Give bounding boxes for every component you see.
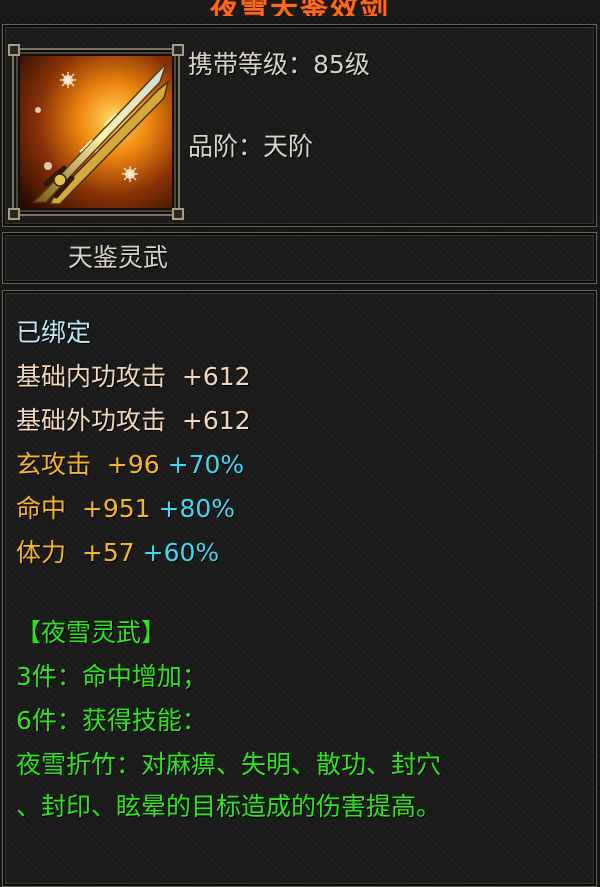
stat-value: +96 <box>106 450 160 479</box>
item-tooltip: 夜雪天鉴效剑 <box>0 0 600 887</box>
stat-value: +951 <box>81 494 151 523</box>
set-skill-line-2: 、封印、眩晕的目标造成的伤害提高。 <box>16 792 442 821</box>
stat-percent: +80% <box>158 494 236 523</box>
carry-level-value: 85级 <box>313 50 370 79</box>
carry-level-label: 携带等级： <box>188 50 314 79</box>
stat-percent: +70% <box>167 450 245 479</box>
stat-value: +612 <box>181 362 251 391</box>
frame-corner-top-right <box>172 44 184 56</box>
stat-value: +57 <box>81 538 135 567</box>
bound-status: 已绑定 <box>16 318 92 347</box>
stat-row: 基础外功攻击 +612 <box>16 406 251 436</box>
bonus-stat-row: 命中 +951 +80% <box>16 494 235 524</box>
set-bonus-3: 3件：命中增加； <box>16 662 207 691</box>
stat-percent: +60% <box>142 538 220 567</box>
frame-corner-bottom-left <box>8 208 20 220</box>
frame-corner-top-left <box>8 44 20 56</box>
stat-value: +612 <box>181 406 251 435</box>
set-skill-line-1: 夜雪折竹：对麻痹、失明、散功、封穴 <box>16 750 442 779</box>
stat-label: 玄攻击 <box>16 450 92 479</box>
stat-label: 基础外功攻击 <box>16 406 167 435</box>
golden-twin-sword-icon <box>20 56 172 208</box>
stat-row: 基础内功攻击 +612 <box>16 362 251 392</box>
set-name: 【夜雪灵武】 <box>16 618 167 647</box>
grade-row: 品阶：天阶 <box>188 132 313 162</box>
item-name: 天鉴灵武 <box>68 243 169 272</box>
stat-label: 体力 <box>16 538 67 567</box>
frame-corner-bottom-right <box>172 208 184 220</box>
stat-label: 基础内功攻击 <box>16 362 167 391</box>
carry-level-row: 携带等级：85级 <box>188 50 370 80</box>
stat-label: 命中 <box>16 494 67 523</box>
item-icon-frame[interactable] <box>8 44 184 220</box>
bonus-stat-row: 玄攻击 +96 +70% <box>16 450 244 480</box>
item-title: 夜雪天鉴效剑 <box>0 0 600 16</box>
grade-label: 品阶： <box>188 132 264 161</box>
set-bonus-6: 6件：获得技能： <box>16 706 207 735</box>
grade-value: 天阶 <box>263 132 314 161</box>
title-strip: 夜雪天鉴效剑 <box>0 0 600 16</box>
bonus-stat-row: 体力 +57 +60% <box>16 538 219 568</box>
